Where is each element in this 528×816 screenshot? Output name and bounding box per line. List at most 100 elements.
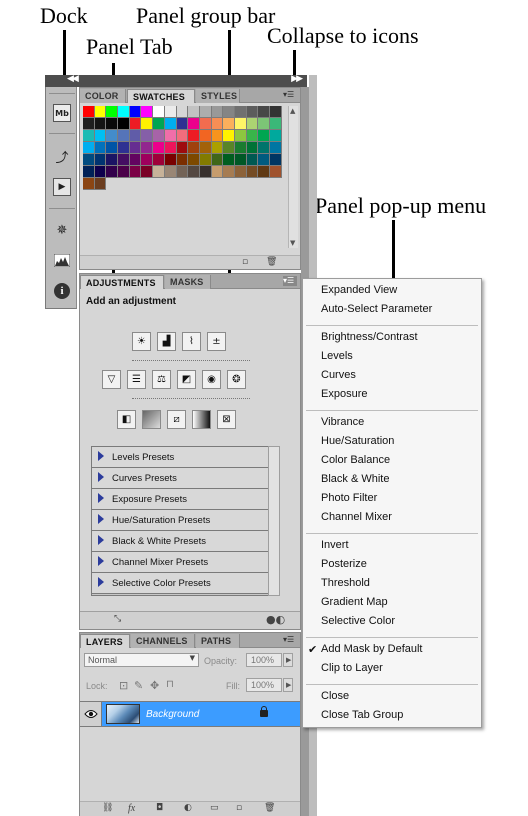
swatch[interactable]	[246, 154, 259, 166]
swatch[interactable]	[234, 106, 247, 118]
swatch[interactable]	[141, 130, 154, 142]
tab-layers[interactable]: LAYERS	[80, 634, 130, 648]
panel-menu-button[interactable]: ▾☰	[283, 90, 297, 100]
swatch[interactable]	[188, 118, 200, 130]
lock-all-icon[interactable]: ⊓	[166, 679, 174, 690]
info-icon[interactable]: i	[54, 283, 70, 299]
swatch[interactable]	[246, 106, 259, 118]
menu-item[interactable]: Posterize	[321, 558, 367, 570]
preset-item[interactable]: Black & White Presets	[92, 531, 276, 552]
swatch[interactable]	[223, 106, 235, 118]
menu-item[interactable]: Levels	[321, 350, 353, 362]
threshold-icon[interactable]: ⧄	[167, 410, 186, 429]
swatch[interactable]	[223, 154, 235, 166]
presets-list[interactable]: Levels Presets Curves Presets Exposure Pre…	[91, 446, 277, 596]
brightness-contrast-icon[interactable]: ☀	[132, 332, 151, 351]
swatch[interactable]	[199, 166, 212, 178]
swatch[interactable]	[258, 130, 270, 142]
swatch[interactable]	[270, 142, 282, 154]
swatch[interactable]	[118, 106, 130, 118]
curves-icon[interactable]: ⌇	[182, 332, 201, 351]
swatch[interactable]	[106, 106, 119, 118]
swatch[interactable]	[94, 166, 107, 178]
disclosure-triangle-icon[interactable]	[98, 535, 104, 545]
menu-item[interactable]: Invert	[321, 539, 349, 551]
swatch[interactable]	[164, 106, 177, 118]
swatch[interactable]	[94, 106, 107, 118]
swatch[interactable]	[176, 106, 189, 118]
swatch[interactable]	[153, 166, 165, 178]
swatch[interactable]	[118, 154, 130, 166]
menu-item[interactable]: Close Tab Group	[321, 709, 403, 721]
swatch[interactable]	[94, 178, 107, 190]
tab-color[interactable]: COLOR	[80, 89, 126, 103]
swatch[interactable]	[188, 106, 200, 118]
layer-style-fx-icon[interactable]: fx	[128, 803, 144, 814]
swatch[interactable]	[223, 118, 235, 130]
swatch[interactable]	[246, 142, 259, 154]
swatch[interactable]	[223, 130, 235, 142]
scroll-up-icon[interactable]: ▲	[290, 107, 295, 115]
swatch[interactable]	[118, 130, 130, 142]
swatch[interactable]	[234, 166, 247, 178]
disclosure-triangle-icon[interactable]	[98, 451, 104, 461]
disclosure-triangle-icon[interactable]	[98, 472, 104, 482]
tab-adjustments[interactable]: ADJUSTMENTS	[80, 275, 164, 289]
swatch[interactable]	[83, 178, 95, 190]
channel-mixer-icon[interactable]: ❂	[227, 370, 246, 389]
swatch-grid[interactable]	[83, 106, 288, 190]
clip-options-icon[interactable]: ●◐	[266, 613, 286, 626]
swatch[interactable]	[270, 106, 282, 118]
swatch[interactable]	[153, 154, 165, 166]
add-mask-icon[interactable]: ◘	[156, 803, 167, 813]
opacity-stepper[interactable]: ▶	[283, 653, 293, 667]
blend-mode-select[interactable]: Normal ▼	[84, 653, 199, 667]
swatch[interactable]	[164, 142, 177, 154]
tab-paths[interactable]: PATHS	[196, 634, 240, 648]
swatch[interactable]	[223, 166, 235, 178]
menu-item[interactable]: Photo Filter	[321, 492, 377, 504]
swatch[interactable]	[118, 142, 130, 154]
swatch[interactable]	[153, 118, 165, 130]
swatch[interactable]	[211, 118, 224, 130]
swatch[interactable]	[258, 118, 270, 130]
new-layer-icon[interactable]: ▫	[236, 803, 247, 813]
lock-position-icon[interactable]: ✥	[150, 679, 159, 692]
opacity-field[interactable]: 100%	[246, 653, 282, 667]
swatch[interactable]	[94, 130, 107, 142]
menu-item[interactable]: Color Balance	[321, 454, 390, 466]
swatch[interactable]	[199, 142, 212, 154]
swatch[interactable]	[246, 130, 259, 142]
histogram-icon[interactable]	[53, 251, 71, 269]
swatch[interactable]	[118, 118, 130, 130]
navigator-icon[interactable]: ✵	[53, 221, 71, 239]
panel-menu-button[interactable]: ▾☰	[283, 635, 297, 645]
selective-color-icon[interactable]: ⊠	[217, 410, 236, 429]
adjustments-tab-bar[interactable]: ADJUSTMENTS MASKS ▾☰	[80, 274, 300, 289]
preset-item[interactable]: Curves Presets	[92, 468, 276, 489]
history-icon[interactable]: ⤴	[53, 147, 71, 166]
swatch[interactable]	[270, 130, 282, 142]
swatch[interactable]	[176, 130, 189, 142]
swatch[interactable]	[234, 142, 247, 154]
swatch[interactable]	[83, 130, 95, 142]
disclosure-triangle-icon[interactable]	[98, 514, 104, 524]
swatch[interactable]	[153, 106, 165, 118]
swatch[interactable]	[176, 118, 189, 130]
swatch[interactable]	[129, 118, 142, 130]
swatch[interactable]	[211, 106, 224, 118]
swatch[interactable]	[164, 166, 177, 178]
levels-icon[interactable]: ▟	[157, 332, 176, 351]
swatch[interactable]	[211, 154, 224, 166]
menu-item[interactable]: Expanded View	[321, 284, 397, 296]
swatch[interactable]	[223, 142, 235, 154]
swatch[interactable]	[118, 166, 130, 178]
expand-arrows-icon[interactable]: ◀◀	[67, 74, 79, 84]
black-white-icon[interactable]: ◩	[177, 370, 196, 389]
swatch[interactable]	[164, 154, 177, 166]
swatch[interactable]	[141, 154, 154, 166]
swatches-tab-bar[interactable]: COLOR SWATCHES STYLES ▾☰	[80, 88, 300, 103]
swatch[interactable]	[106, 154, 119, 166]
tab-masks[interactable]: MASKS	[165, 275, 211, 289]
new-swatch-icon[interactable]: ▫	[242, 257, 253, 267]
